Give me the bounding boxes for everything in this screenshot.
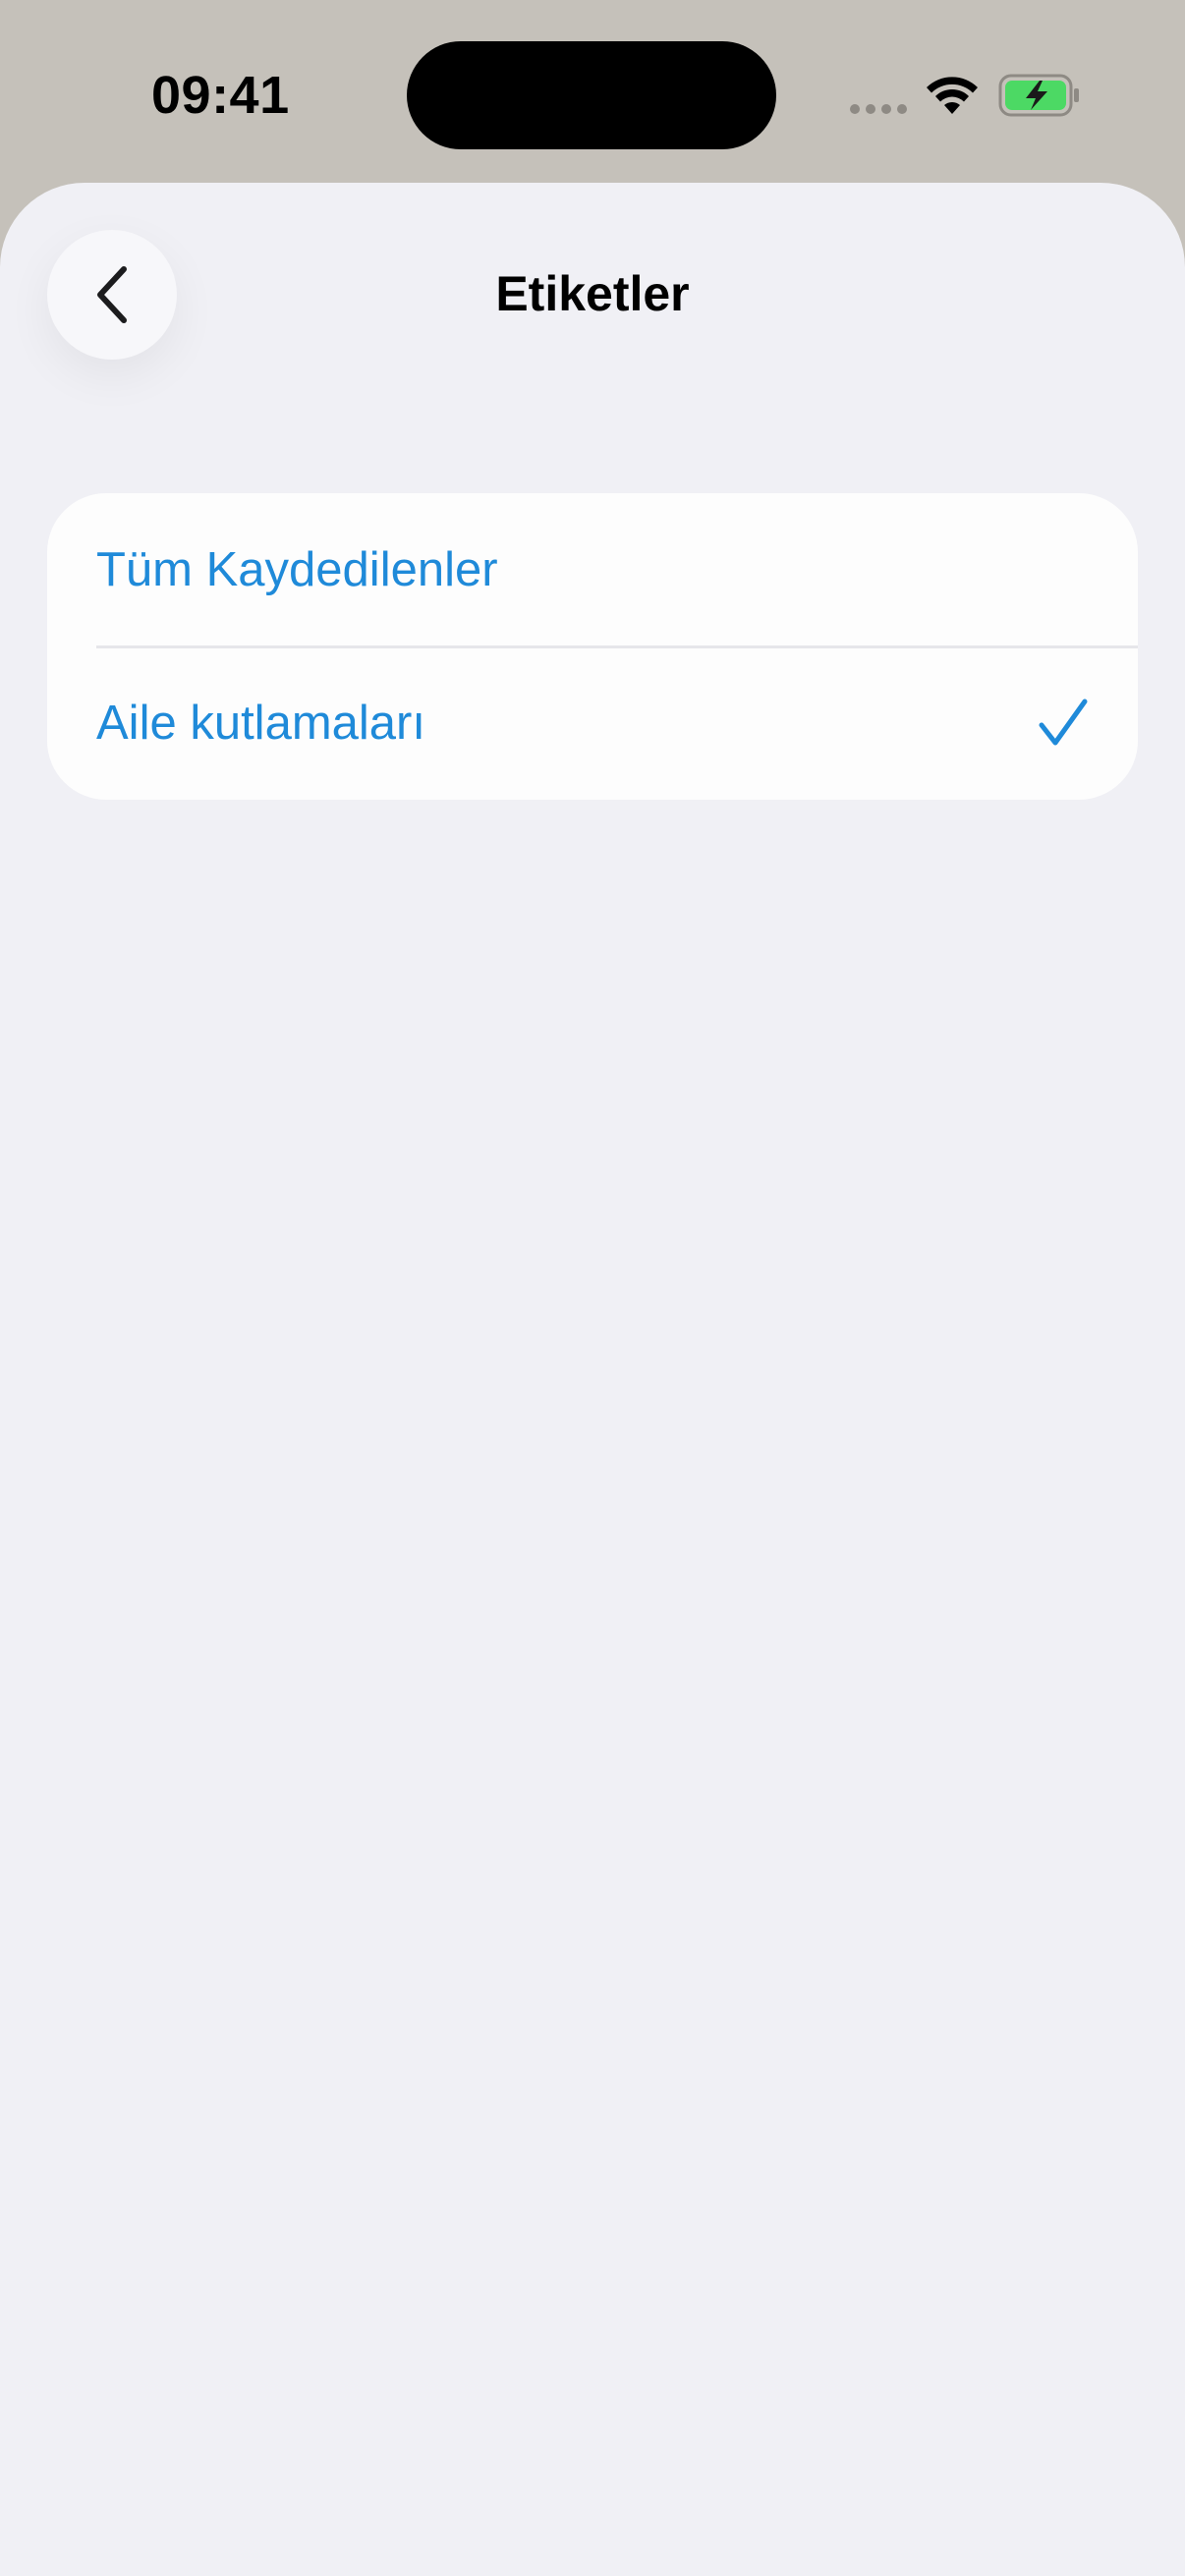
list-item-label: Tüm Kaydedilenler [96, 543, 498, 596]
list-item-family-celebrations[interactable]: Aile kutlamaları [47, 646, 1138, 800]
wifi-icon [927, 77, 978, 114]
list-item-label: Aile kutlamaları [96, 697, 425, 750]
tags-list: Tüm Kaydedilenler Aile kutlamaları [47, 493, 1138, 800]
tags-sheet: Etiketler Tüm Kaydedilenler Aile kutlama… [0, 183, 1185, 2576]
status-time: 09:41 [151, 66, 290, 125]
status-bar: 09:41 [0, 0, 1185, 182]
dynamic-island [407, 41, 776, 149]
cellular-dots-icon [850, 104, 907, 114]
page-title: Etiketler [495, 266, 690, 321]
checkmark-icon [1039, 699, 1088, 746]
list-item-all-saved[interactable]: Tüm Kaydedilenler [47, 493, 1138, 648]
battery-charging-icon [998, 74, 1079, 117]
